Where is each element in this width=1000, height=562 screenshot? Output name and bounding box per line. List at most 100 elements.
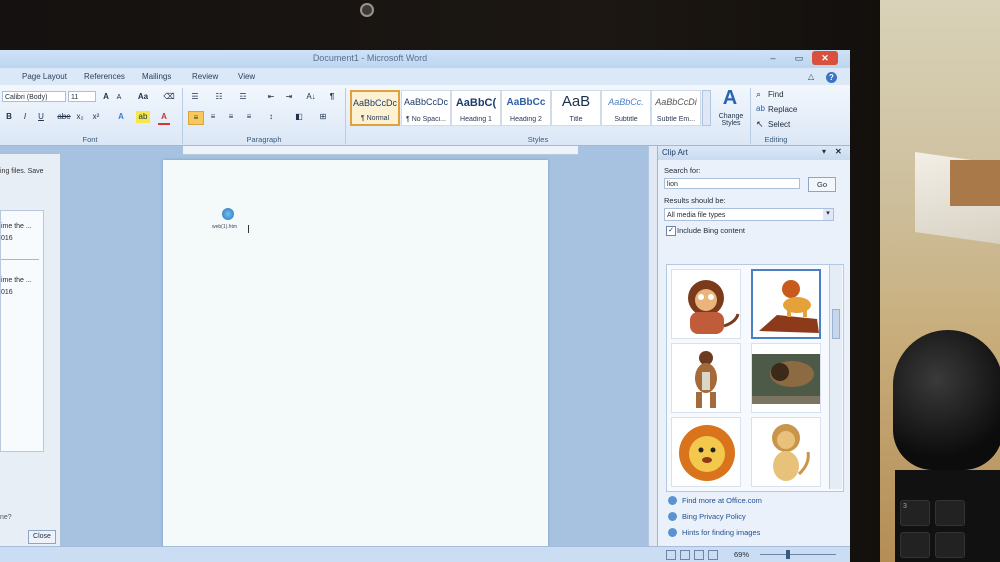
font-name-box[interactable]: Calibri (Body): [2, 91, 66, 102]
style-heading-1[interactable]: AaBbC( Heading 1: [451, 90, 501, 126]
shading-button[interactable]: ◧: [292, 111, 306, 123]
style-subtitle[interactable]: AaBbCc. Subtitle: [601, 90, 651, 126]
center-button[interactable]: ≡: [206, 111, 220, 123]
include-bing-checkbox[interactable]: ✓: [666, 226, 676, 236]
style-name: Subtle Em...: [656, 116, 696, 123]
numbering-button[interactable]: ☷: [212, 91, 226, 103]
scroll-thumb[interactable]: [832, 309, 840, 339]
clip-art-result[interactable]: [751, 269, 821, 339]
style-name: Title: [569, 116, 583, 123]
change-case-button[interactable]: Aa: [134, 91, 152, 103]
paragraph-group-label: Paragraph: [246, 135, 282, 144]
grow-font-button[interactable]: A: [100, 91, 112, 103]
web-layout-icon[interactable]: [694, 550, 704, 560]
change-styles-button[interactable]: Change Styles: [714, 113, 748, 127]
recovery-entry-title[interactable]: ime the ...: [1, 277, 32, 284]
caveman-icon: [695, 351, 717, 408]
web-file-icon[interactable]: [222, 208, 234, 220]
bing-privacy-link[interactable]: Bing Privacy Policy: [682, 512, 746, 521]
increase-indent-button[interactable]: ⇥: [282, 91, 296, 103]
align-right-button[interactable]: ≡: [224, 111, 238, 123]
help-icon[interactable]: ?: [826, 72, 837, 83]
style-no-spacing[interactable]: AaBbCcDc ¶ No Spaci...: [401, 90, 451, 126]
hints-link[interactable]: Hints for finding images: [682, 528, 760, 537]
shrink-font-button[interactable]: A: [114, 92, 124, 104]
decrease-indent-button[interactable]: ⇤: [264, 91, 278, 103]
clip-art-result[interactable]: [671, 343, 741, 413]
bullets-button[interactable]: ☰: [188, 91, 202, 103]
tab-page-layout[interactable]: Page Layout: [22, 72, 67, 81]
tab-review[interactable]: Review: [192, 72, 218, 81]
zoom-slider-thumb[interactable]: [786, 550, 790, 559]
go-button[interactable]: Go: [808, 177, 836, 192]
superscript-button[interactable]: x²: [90, 111, 102, 123]
bold-button[interactable]: B: [4, 111, 14, 123]
borders-button[interactable]: ⊞: [316, 111, 330, 123]
zoom-slider[interactable]: [760, 554, 836, 555]
close-recovery-button[interactable]: Close: [28, 530, 56, 544]
clear-formatting-button[interactable]: ⌫: [162, 91, 176, 103]
font-color-button[interactable]: A: [158, 111, 170, 125]
style-normal[interactable]: AaBbCcDc ¶ Normal: [350, 90, 400, 126]
recovery-entry-title[interactable]: ime the ...: [1, 223, 32, 230]
document-page[interactable]: [163, 160, 548, 562]
pane-options-icon[interactable]: ▾: [822, 147, 826, 156]
recovery-footer-text: ne?: [0, 514, 12, 521]
outline-icon[interactable]: [708, 550, 718, 560]
tab-mailings[interactable]: Mailings: [142, 72, 171, 81]
style-subtle-emphasis[interactable]: AaBbCcDi Subtle Em...: [651, 90, 701, 126]
zoom-level[interactable]: 69%: [734, 550, 749, 559]
full-screen-icon[interactable]: [680, 550, 690, 560]
sort-button[interactable]: A↓: [304, 91, 318, 103]
word-window: Document1 - Microsoft Word – ▭ ✕ Page La…: [0, 50, 850, 562]
subscript-button[interactable]: x₂: [74, 111, 86, 123]
multilevel-list-button[interactable]: ☲: [236, 91, 250, 103]
highlight-button[interactable]: ab: [136, 111, 150, 123]
select-button[interactable]: Select: [768, 120, 790, 129]
underline-button[interactable]: U: [36, 111, 46, 123]
results-scrollbar[interactable]: [829, 265, 842, 489]
tab-view[interactable]: View: [238, 72, 255, 81]
style-heading-2[interactable]: AaBbCc Heading 2: [501, 90, 551, 126]
minimize-ribbon-button[interactable]: △: [808, 72, 814, 81]
clip-art-result[interactable]: [671, 269, 741, 339]
media-type-select[interactable]: All media file types: [664, 208, 834, 221]
find-more-office-link[interactable]: Find more at Office.com: [682, 496, 762, 505]
line-spacing-button[interactable]: ↕: [264, 111, 278, 123]
show-marks-button[interactable]: ¶: [326, 91, 338, 103]
style-sample: AaBbCcDc: [403, 97, 448, 107]
print-layout-icon[interactable]: [666, 550, 676, 560]
vertical-scrollbar[interactable]: [648, 146, 657, 550]
chevron-down-icon[interactable]: ▾: [823, 209, 833, 220]
text-effects-button[interactable]: A: [114, 111, 128, 123]
style-name: ¶ No Spaci...: [406, 116, 446, 123]
minimize-button[interactable]: –: [760, 51, 786, 65]
ribbon: Calibri (Body) 11 A A Aa ⌫ B I U abe x₂ …: [0, 85, 850, 146]
tab-references[interactable]: References: [84, 72, 125, 81]
replace-button[interactable]: Replace: [768, 105, 797, 114]
italic-button[interactable]: I: [20, 111, 30, 123]
styles-gallery-scroll[interactable]: [702, 90, 711, 126]
lion-photo-icon: [752, 354, 820, 404]
lion-on-rock-icon: [759, 280, 819, 333]
clip-art-result[interactable]: [751, 417, 821, 487]
embedded-file-label[interactable]: web(1).htm: [212, 224, 237, 230]
title-bar: Document1 - Microsoft Word – ▭ ✕: [0, 50, 850, 68]
style-title[interactable]: AaB Title: [551, 90, 601, 126]
cardboard-box: [950, 160, 1000, 206]
strikethrough-button[interactable]: abe: [56, 111, 72, 123]
change-styles-icon[interactable]: A: [716, 87, 744, 113]
horizontal-ruler[interactable]: [183, 146, 578, 155]
clip-art-result[interactable]: [751, 343, 821, 413]
align-left-button[interactable]: ≡: [188, 111, 204, 125]
clip-art-search-input[interactable]: lion: [664, 178, 800, 189]
recovery-intro-text: ing files. Save: [0, 168, 44, 175]
close-button[interactable]: ✕: [812, 51, 838, 65]
find-button[interactable]: Find: [768, 90, 784, 99]
font-size-box[interactable]: 11: [68, 91, 96, 102]
close-pane-icon[interactable]: ✕: [835, 147, 842, 156]
maximize-button[interactable]: ▭: [786, 51, 812, 65]
keyboard-key: 3: [900, 500, 930, 526]
justify-button[interactable]: ≡: [242, 111, 256, 123]
clip-art-result[interactable]: [671, 417, 741, 487]
